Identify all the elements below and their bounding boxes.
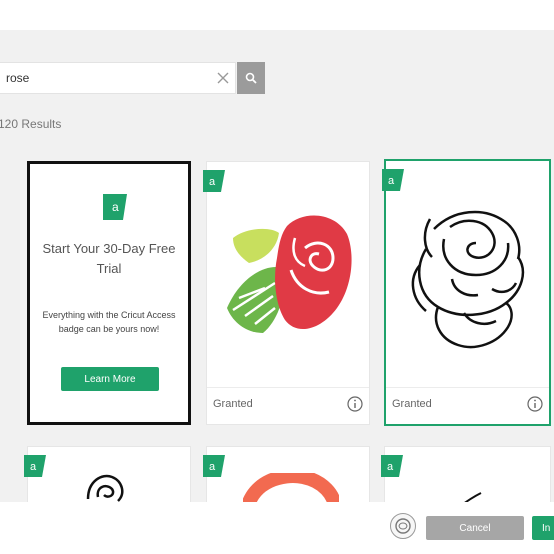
avatar[interactable] [390,513,416,539]
svg-text:a: a [387,461,394,473]
access-badge-icon: a [24,455,46,477]
clear-icon[interactable] [216,71,230,85]
access-badge-icon: a [382,169,404,191]
status-label: Granted [392,398,432,410]
search-input[interactable]: rose [0,62,236,94]
access-trial-card: a Start Your 30-Day Free Trial Everythin… [27,161,191,425]
top-bar [0,0,554,30]
promo-title: Start Your 30-Day Free Trial [42,241,176,276]
learn-more-button[interactable]: Learn More [61,367,159,391]
access-badge-icon: a [203,455,225,477]
svg-text:a: a [209,176,216,188]
access-badge-icon: a [203,170,225,192]
search-icon [245,72,257,84]
image-card-red-rose[interactable]: a Granted [203,161,370,425]
insert-button[interactable]: In [532,516,554,540]
search-query[interactable]: rose [6,71,29,85]
results-count: 120 Results [0,117,62,131]
rose-stamp-icon [395,518,411,534]
outline-rose-image [411,210,525,349]
access-badge-icon: a [103,194,127,220]
red-rose-image [227,215,352,333]
status-label: Granted [213,398,253,410]
search-button[interactable] [237,62,265,94]
access-badge-icon: a [381,455,403,477]
cancel-button[interactable]: Cancel [426,516,524,540]
info-icon[interactable] [527,396,543,412]
svg-text:a: a [209,461,216,473]
svg-text:a: a [30,461,37,473]
card-footer: Granted [386,387,549,424]
info-icon[interactable] [347,396,363,412]
image-card-outline-rose[interactable]: a Granted [382,159,551,426]
card-footer: Granted [207,387,369,424]
svg-text:a: a [388,175,395,187]
promo-text: Everything with the Cricut Access badge … [42,310,176,334]
svg-text:a: a [112,200,119,214]
